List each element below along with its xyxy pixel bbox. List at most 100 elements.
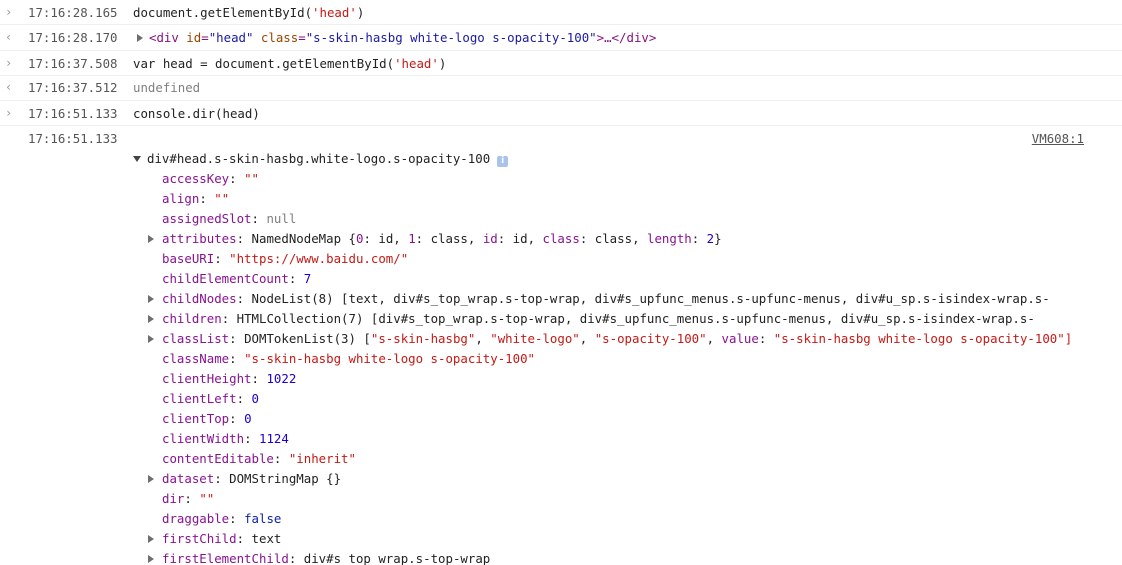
result-undefined: undefined xyxy=(133,80,201,95)
command-string-arg: 'head' xyxy=(312,5,357,20)
property-row-classlist[interactable]: classList: DOMTokenList(3) ["s-skin-hasb… xyxy=(148,329,1073,349)
input-prompt-icon: › xyxy=(5,56,13,70)
expand-triangle-icon[interactable] xyxy=(148,295,154,303)
property-key: dataset xyxy=(162,471,215,486)
console-entry: › 17:16:28.165 document.getElementById('… xyxy=(0,0,1122,25)
html-tag-close: >…</div> xyxy=(596,30,657,45)
property-value-part: "s-skin-hasbg white-logo s-opacity-100" xyxy=(244,351,535,366)
property-key: clientWidth xyxy=(162,431,245,446)
console-entry: › 17:16:37.508 var head = document.getEl… xyxy=(0,51,1122,76)
html-attr-value: "head" xyxy=(208,30,254,45)
property-key: baseURI xyxy=(162,251,215,266)
command-text: document.getElementById( xyxy=(133,5,313,20)
property-key: childElementCount xyxy=(162,271,289,286)
property-value-part: "s-skin-hasbg white-logo s-opacity-100"] xyxy=(773,331,1073,346)
property-value-part: 1022 xyxy=(266,371,297,386)
property-value-part: : xyxy=(415,231,431,246)
property-value-part: : xyxy=(579,231,595,246)
property-value-part: "https://www.baidu.com/" xyxy=(229,251,409,266)
property-value-part: "" xyxy=(199,491,215,506)
property-row-assignedslot: assignedSlot: null xyxy=(162,211,297,226)
property-row-childnodes[interactable]: childNodes: NodeList(8) [text, div#s_top… xyxy=(148,289,1050,309)
html-eq: = xyxy=(201,30,209,45)
property-row-contenteditable: contentEditable: "inherit" xyxy=(162,451,356,466)
property-value-part: id xyxy=(512,231,528,246)
property-value-part: "white-logo" xyxy=(490,331,580,346)
console-entry: ‹ 17:16:28.170 <div id="head" class="s-s… xyxy=(0,25,1122,51)
console-entry: ‹ 17:16:37.512 undefined xyxy=(0,76,1122,101)
html-attr-name: class xyxy=(253,30,299,45)
console-command[interactable]: document.getElementById('head') xyxy=(133,2,364,23)
property-value-part: 0 xyxy=(251,391,259,406)
property-key: contentEditable xyxy=(162,451,274,466)
timestamp: 17:16:28.165 xyxy=(28,5,118,20)
property-key: accessKey xyxy=(162,171,230,186)
property-key: firstChild xyxy=(162,531,237,546)
property-row-children[interactable]: children: HTMLCollection(7) [div#s_top_w… xyxy=(148,309,1035,329)
element-result[interactable]: <div id="head" class="s-skin-hasbg white… xyxy=(137,27,656,48)
property-value-part: , xyxy=(475,331,491,346)
property-value-part: length xyxy=(646,231,692,246)
property-value-part: text xyxy=(251,531,282,546)
property-row-firstelementchild[interactable]: firstElementChild: div#s_top_wrap.s-top-… xyxy=(148,549,490,565)
property-row-attributes[interactable]: attributes: NamedNodeMap {0: id, 1: clas… xyxy=(148,229,722,249)
property-value-part: false xyxy=(244,511,282,526)
property-value-part: , xyxy=(527,231,543,246)
console-command[interactable]: var head = document.getElementById('head… xyxy=(133,53,446,74)
property-value-part: 7 xyxy=(303,271,312,286)
property-row-clientheight: clientHeight: 1022 xyxy=(162,371,297,386)
property-value-part: , xyxy=(579,331,595,346)
property-key: childNodes xyxy=(162,291,237,306)
source-link[interactable]: VM608:1 xyxy=(1032,128,1084,149)
property-value-part: id xyxy=(378,231,394,246)
property-key: classList xyxy=(162,331,230,346)
object-summary: div#head.s-skin-hasbg.white-logo.s-opaci… xyxy=(147,151,491,166)
property-value-part: "inherit" xyxy=(288,451,356,466)
property-row-firstchild[interactable]: firstChild: text xyxy=(148,529,282,549)
property-key: clientTop xyxy=(162,411,230,426)
property-value-part: "" xyxy=(244,171,259,186)
html-attr-value: "s-skin-hasbg white-logo s-opacity-100" xyxy=(305,30,597,45)
console-command[interactable]: console.dir(head) xyxy=(133,103,260,124)
command-close: ) xyxy=(438,56,447,71)
property-value-part: : xyxy=(363,231,379,246)
property-key: assignedSlot xyxy=(162,211,252,226)
expand-triangle-icon[interactable] xyxy=(148,535,154,543)
property-key: clientHeight xyxy=(162,371,252,386)
expand-triangle-icon[interactable] xyxy=(148,235,154,243)
property-value-part: value xyxy=(721,331,759,346)
property-row-clienttop: clientTop: 0 xyxy=(162,411,252,426)
property-row-align: align: "" xyxy=(162,191,230,206)
property-value-part: , xyxy=(706,331,722,346)
collapse-triangle-icon[interactable] xyxy=(133,156,141,162)
expand-triangle-icon[interactable] xyxy=(148,555,154,563)
property-row-dataset[interactable]: dataset: DOMStringMap {} xyxy=(148,469,342,489)
property-value-part: 1124 xyxy=(258,431,289,446)
expand-triangle-icon[interactable] xyxy=(148,315,154,323)
console-panel: › 17:16:28.165 document.getElementById('… xyxy=(0,0,1122,565)
info-icon[interactable]: i xyxy=(497,156,509,167)
expand-triangle-icon[interactable] xyxy=(148,475,154,483)
property-value-part: DOMStringMap {} xyxy=(229,471,342,486)
timestamp: 17:16:28.170 xyxy=(28,30,118,45)
property-value-part: class xyxy=(542,231,580,246)
property-key: dir xyxy=(162,491,185,506)
property-value-part: HTMLCollection(7) [div#s_top_wrap.s-top-… xyxy=(236,311,1035,326)
output-return-icon: ‹ xyxy=(5,80,13,94)
expand-triangle-icon[interactable] xyxy=(137,34,143,42)
expand-triangle-icon[interactable] xyxy=(148,335,154,343)
object-header[interactable]: div#head.s-skin-hasbg.white-logo.s-opaci… xyxy=(133,148,509,169)
property-value-part: DOMTokenList(3) [ xyxy=(244,331,371,346)
property-value-part: } xyxy=(714,231,722,246)
property-key: className xyxy=(162,351,230,366)
property-row-classname: className: "s-skin-hasbg white-logo s-op… xyxy=(162,351,535,366)
property-key: clientLeft xyxy=(162,391,237,406)
timestamp: 17:16:51.133 xyxy=(28,131,118,146)
property-value-part: "" xyxy=(214,191,230,206)
property-row-draggable: draggable: false xyxy=(162,511,282,526)
property-value-part: NamedNodeMap { xyxy=(251,231,356,246)
property-row-clientwidth: clientWidth: 1124 xyxy=(162,431,289,446)
property-row-clientleft: clientLeft: 0 xyxy=(162,391,259,406)
property-value-part: , xyxy=(467,231,483,246)
property-value-part: , xyxy=(632,231,647,246)
